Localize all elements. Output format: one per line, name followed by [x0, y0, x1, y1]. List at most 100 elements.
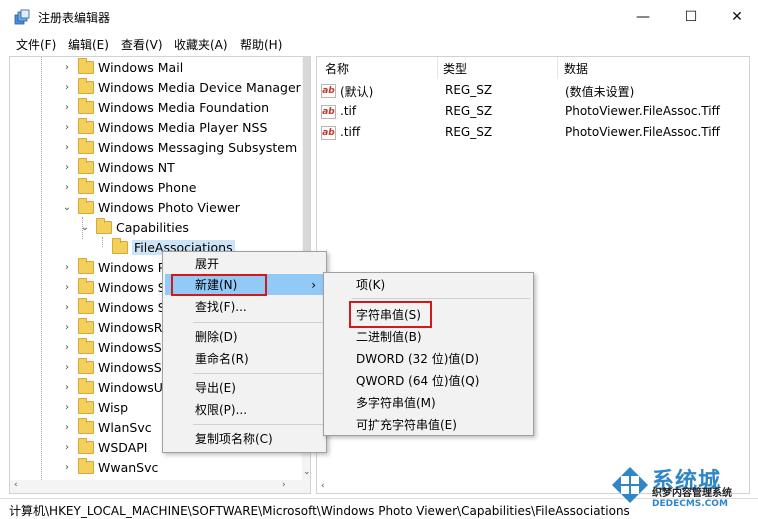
chevron-right-icon[interactable]: ›: [62, 437, 72, 457]
tree-item[interactable]: › Windows Media Foundation: [62, 97, 269, 117]
submenu-item-expandable-string-value[interactable]: 可扩充字符串值(E): [356, 414, 457, 435]
column-header-type[interactable]: 类型: [443, 60, 467, 77]
menu-favorites[interactable]: 收藏夹(A): [174, 36, 228, 53]
scroll-right-icon[interactable]: ›: [282, 480, 286, 490]
menu-file[interactable]: 文件(F): [16, 36, 56, 53]
registry-path: 计算机\HKEY_LOCAL_MACHINE\SOFTWARE\Microsof…: [9, 504, 630, 518]
string-value-icon: ab: [321, 105, 336, 119]
folder-icon: [78, 297, 94, 314]
value-row[interactable]: ab .tif REG_SZ PhotoViewer.FileAssoc.Tif…: [321, 102, 746, 122]
menu-item-copy-key-name[interactable]: 复制项名称(C): [195, 428, 273, 449]
folder-icon: [78, 177, 94, 194]
tree-item[interactable]: › Windows Messaging Subsystem: [62, 137, 297, 157]
folder-icon: [78, 257, 94, 274]
chevron-right-icon[interactable]: ›: [62, 177, 72, 197]
new-submenu: 项(K) 字符串值(S) 二进制值(B) DWORD (32 位)值(D) QW…: [323, 272, 534, 436]
folder-icon: [78, 277, 94, 294]
chevron-right-icon[interactable]: ›: [62, 157, 72, 177]
tree-item[interactable]: › WlanSvc: [62, 417, 152, 437]
tree-item[interactable]: ⌄ Capabilities: [80, 217, 189, 237]
chevron-right-icon[interactable]: ›: [62, 297, 72, 317]
tree-item[interactable]: › WSDAPI: [62, 437, 147, 457]
menu-item-export[interactable]: 导出(E): [195, 377, 236, 398]
chevron-right-icon[interactable]: ›: [62, 77, 72, 97]
column-separator[interactable]: [437, 57, 438, 79]
scroll-left-icon[interactable]: ‹: [14, 480, 18, 490]
chevron-right-icon[interactable]: ›: [62, 337, 72, 357]
chevron-right-icon[interactable]: ›: [62, 57, 72, 77]
highlight-box-string-value: [349, 301, 432, 328]
chevron-right-icon[interactable]: ›: [62, 257, 72, 277]
menu-help[interactable]: 帮助(H): [240, 36, 282, 53]
folder-icon: [78, 337, 94, 354]
chevron-right-icon[interactable]: ›: [62, 417, 72, 437]
tree-item[interactable]: › Wisp: [62, 397, 128, 417]
tree-item[interactable]: › WindowsU: [62, 377, 163, 397]
folder-icon: [78, 137, 94, 154]
value-name: .tif: [340, 104, 357, 118]
tree-item[interactable]: › Windows P: [62, 257, 165, 277]
tree-item[interactable]: › WindowsSt: [62, 357, 167, 377]
submenu-item-dword-value[interactable]: DWORD (32 位)值(D): [356, 348, 479, 369]
tree-item[interactable]: › Windows Phone: [62, 177, 197, 197]
close-icon: ✕: [731, 9, 743, 25]
tree-item[interactable]: › Windows NT: [62, 157, 175, 177]
submenu-item-binary-value[interactable]: 二进制值(B): [356, 326, 422, 347]
close-button[interactable]: ✕: [714, 0, 758, 34]
submenu-item-qword-value[interactable]: QWORD (64 位)值(Q): [356, 370, 479, 391]
tree-item[interactable]: › Windows S: [62, 277, 166, 297]
scroll-down-icon[interactable]: ⌄: [303, 467, 310, 477]
maximize-button[interactable]: ☐: [668, 0, 714, 34]
chevron-right-icon[interactable]: ›: [62, 277, 72, 297]
value-data: PhotoViewer.FileAssoc.Tiff: [565, 125, 720, 139]
chevron-right-icon[interactable]: ›: [62, 397, 72, 417]
tree-item[interactable]: › WindowsRu: [62, 317, 170, 337]
folder-icon: [78, 157, 94, 174]
regedit-app-icon: [14, 9, 30, 25]
value-row[interactable]: ab (默认) REG_SZ (数值未设置): [321, 81, 746, 101]
tree-item[interactable]: › Windows Mail: [62, 57, 183, 77]
tree-horizontal-scrollbar[interactable]: ‹ ›: [9, 480, 311, 494]
value-type: REG_SZ: [445, 125, 493, 139]
chevron-right-icon[interactable]: ›: [62, 377, 72, 397]
menu-edit[interactable]: 编辑(E): [68, 36, 109, 53]
tree-item[interactable]: › Windows Media Device Manager: [62, 77, 301, 97]
menu-separator: [193, 322, 323, 323]
watermark-line1: 织梦内容管理系统: [652, 488, 732, 499]
watermark-line2: DEDECMS.COM: [652, 499, 728, 509]
menu-separator: [193, 424, 323, 425]
menu-item-rename[interactable]: 重命名(R): [195, 348, 249, 369]
chevron-right-icon[interactable]: ›: [62, 457, 72, 477]
chevron-right-icon[interactable]: ›: [62, 357, 72, 377]
menu-item-permissions[interactable]: 权限(P)...: [195, 399, 247, 420]
tree-item[interactable]: › Windows S: [62, 297, 166, 317]
tree-item[interactable]: › Windows Media Player NSS: [62, 117, 267, 137]
menu-item-expand[interactable]: 展开: [195, 253, 219, 274]
menu-item-delete[interactable]: 删除(D): [195, 326, 238, 347]
chevron-right-icon[interactable]: ›: [62, 137, 72, 157]
column-header-data[interactable]: 数据: [564, 60, 588, 77]
minimize-button[interactable]: —: [620, 0, 666, 34]
value-name: (默认): [340, 85, 374, 99]
chevron-down-icon[interactable]: ⌄: [62, 197, 72, 217]
menu-separator: [352, 298, 530, 299]
folder-icon: [78, 417, 94, 434]
tree-item[interactable]: ⌄ Windows Photo Viewer: [62, 197, 240, 217]
column-header-name[interactable]: 名称: [325, 60, 349, 77]
menu-view[interactable]: 查看(V): [121, 36, 163, 53]
chevron-right-icon[interactable]: ›: [62, 117, 72, 137]
chevron-right-icon[interactable]: ›: [62, 97, 72, 117]
chevron-down-icon[interactable]: ⌄: [80, 217, 90, 237]
tree-item[interactable]: › WwanSvc: [62, 457, 158, 477]
submenu-item-key[interactable]: 项(K): [356, 274, 385, 295]
title-bar: 注册表编辑器 — ☐ ✕: [0, 0, 758, 34]
scroll-left-icon[interactable]: ‹: [321, 481, 325, 491]
value-row[interactable]: ab .tiff REG_SZ PhotoViewer.FileAssoc.Ti…: [321, 123, 746, 143]
menu-item-find[interactable]: 查找(F)...: [195, 296, 247, 317]
window-title: 注册表编辑器: [38, 11, 111, 25]
chevron-right-icon[interactable]: ›: [62, 317, 72, 337]
tree-item[interactable]: › WindowsSe: [62, 337, 169, 357]
submenu-item-multi-string-value[interactable]: 多字符串值(M): [356, 392, 436, 413]
column-separator[interactable]: [557, 57, 558, 79]
folder-icon: [78, 457, 94, 474]
